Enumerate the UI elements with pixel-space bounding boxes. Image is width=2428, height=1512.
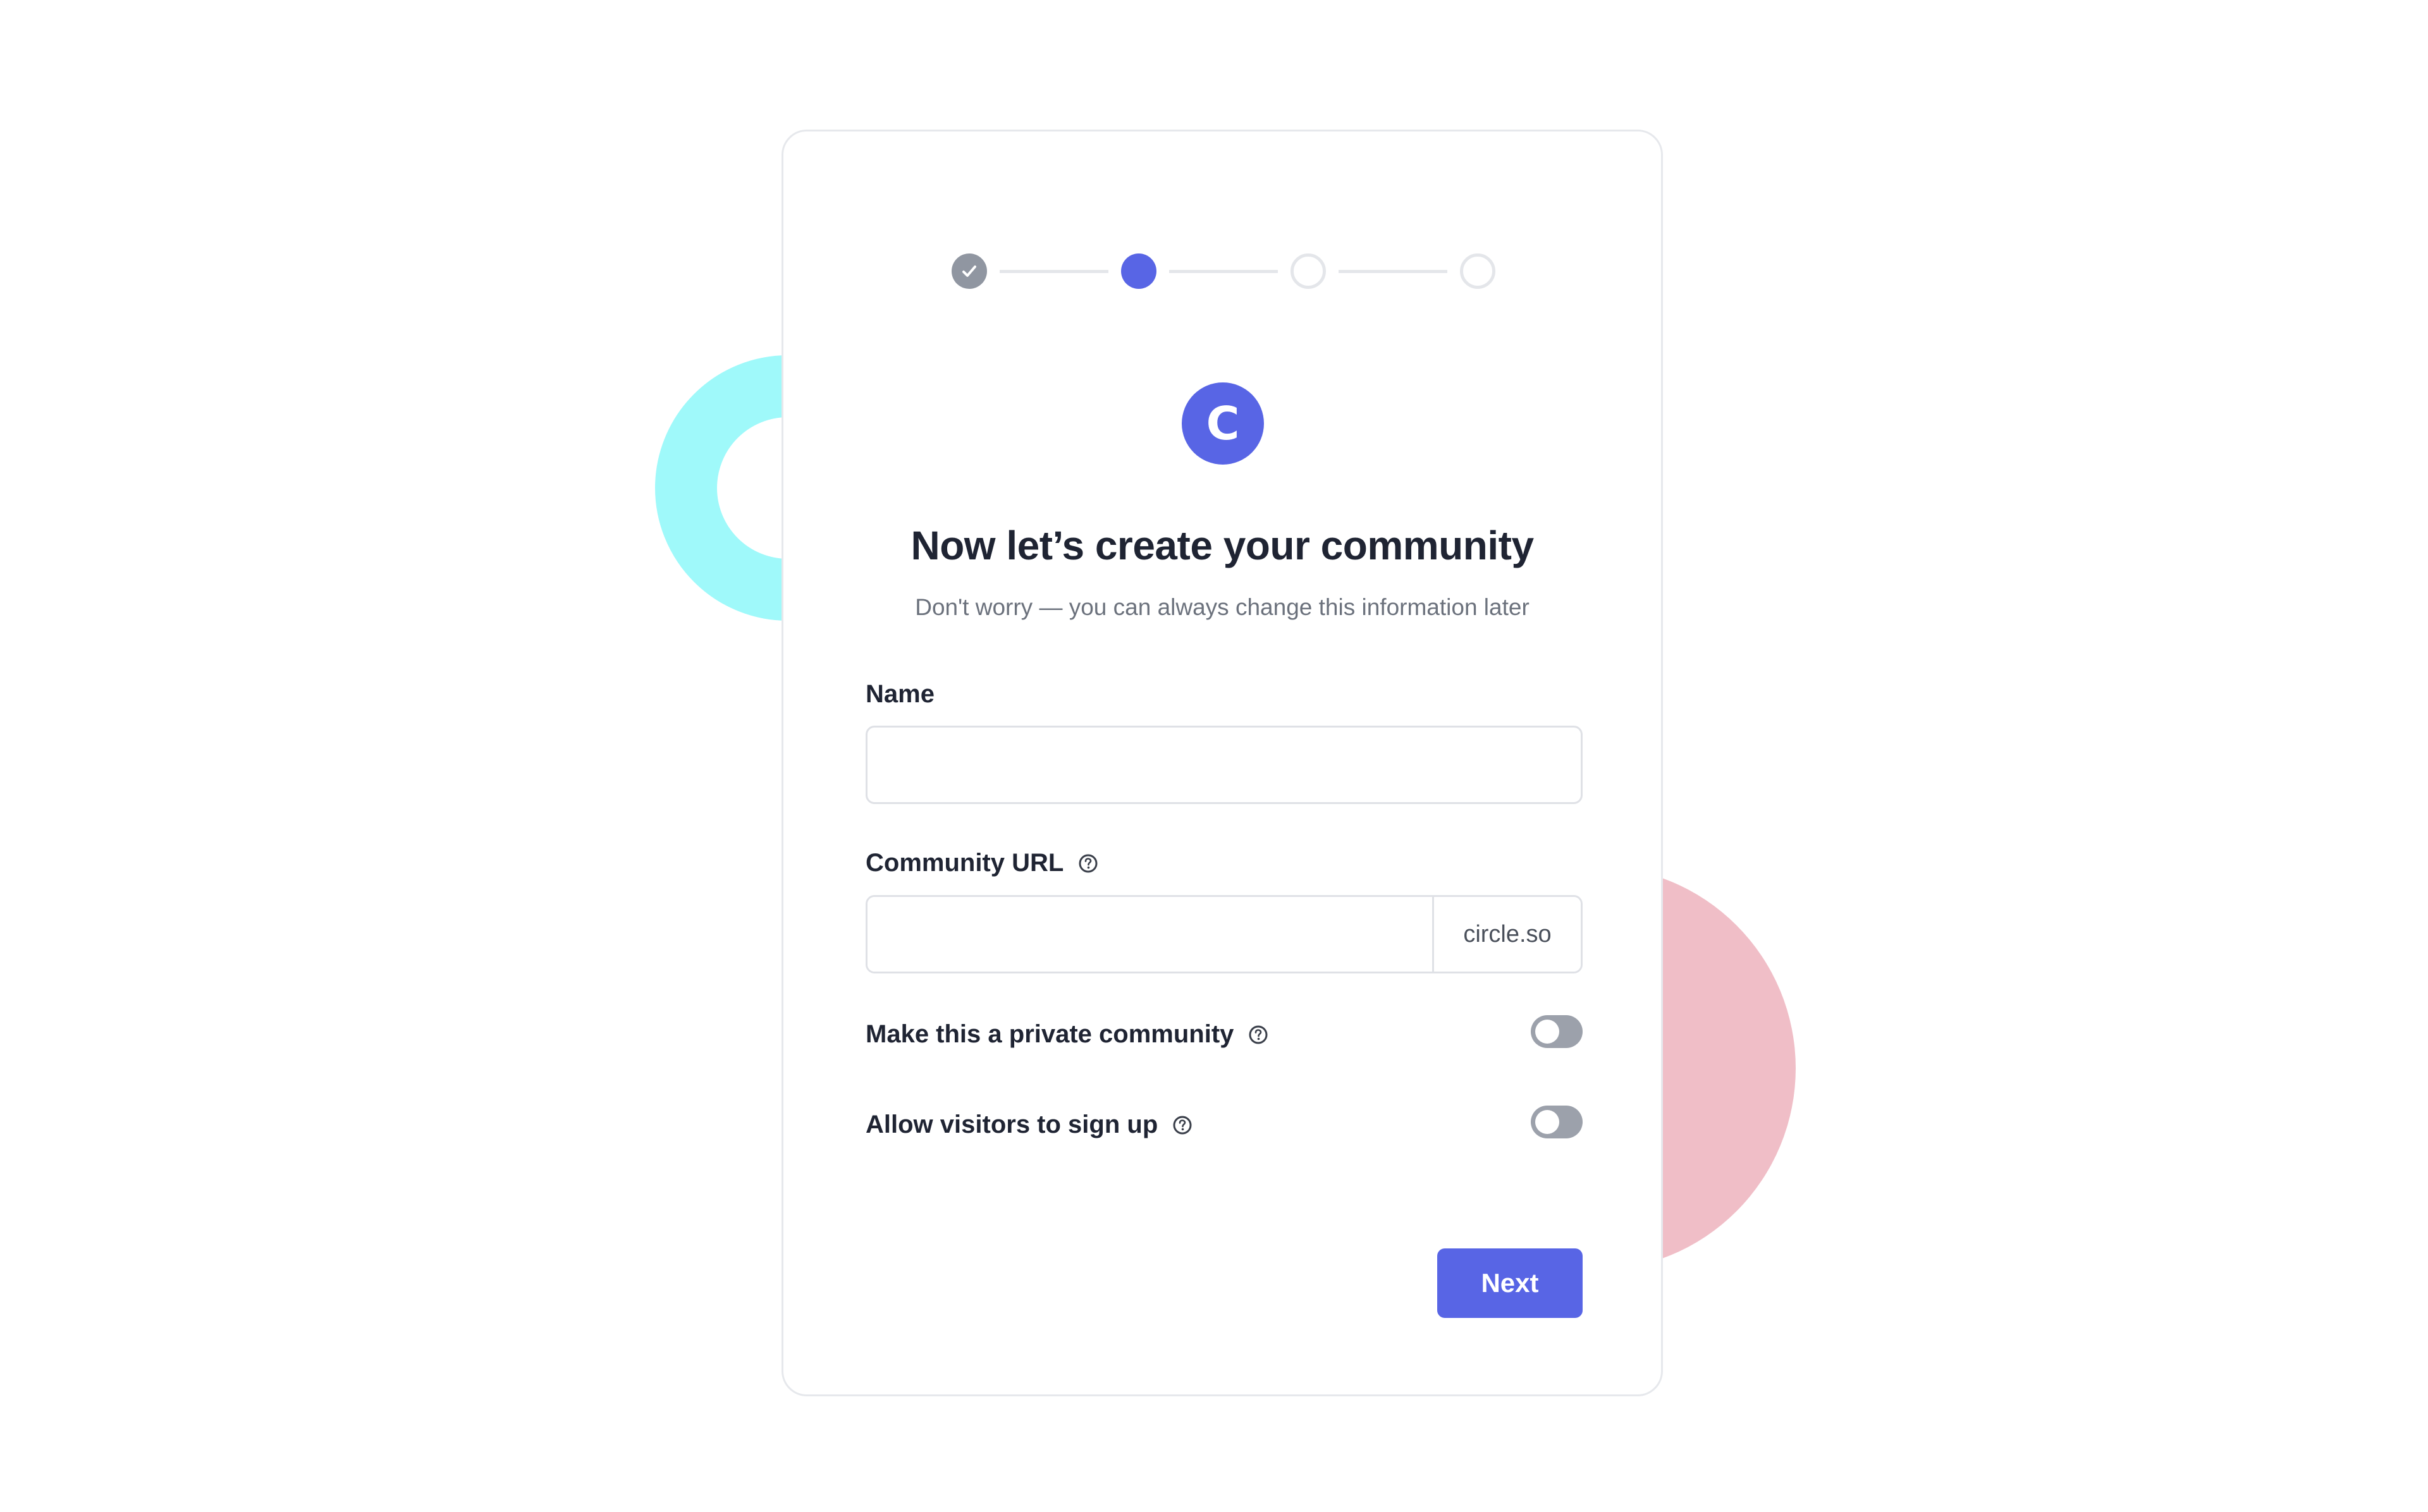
onboarding-card: C Now let’s create your community Don't … — [782, 130, 1663, 1396]
community-url-field: circle.so — [866, 895, 1583, 973]
toggle-knob — [1535, 1020, 1559, 1044]
allow-signup-row: Allow visitors to sign up — [866, 1106, 1583, 1143]
name-label-text: Name — [866, 680, 935, 708]
question-circle-icon[interactable] — [1248, 1024, 1269, 1046]
step-1-completed — [952, 253, 987, 289]
step-connector — [1339, 270, 1447, 273]
url-label-text: Community URL — [866, 849, 1064, 877]
logo-letter: C — [1206, 397, 1240, 450]
community-url-input[interactable] — [868, 897, 1432, 972]
allow-signup-toggle[interactable] — [1531, 1106, 1583, 1138]
name-input[interactable] — [866, 726, 1583, 804]
step-3-upcoming — [1291, 253, 1326, 289]
allow-signup-label-wrap: Allow visitors to sign up — [866, 1111, 1193, 1139]
page-subtitle: Don't worry — you can always change this… — [915, 594, 1530, 620]
url-domain-suffix: circle.so — [1432, 897, 1581, 972]
private-community-label-wrap: Make this a private community — [866, 1020, 1269, 1049]
page-title: Now let’s create your community — [910, 523, 1534, 568]
check-icon — [962, 265, 976, 277]
private-community-label: Make this a private community — [866, 1020, 1234, 1048]
private-community-toggle[interactable] — [1531, 1015, 1583, 1048]
private-community-row: Make this a private community — [866, 1015, 1583, 1053]
url-field-label: Community URL — [866, 849, 1099, 877]
allow-signup-label: Allow visitors to sign up — [866, 1111, 1158, 1138]
question-circle-icon[interactable] — [1172, 1114, 1193, 1136]
step-connector — [1000, 270, 1108, 273]
progress-stepper — [952, 253, 1495, 289]
step-4-upcoming — [1460, 253, 1495, 289]
step-connector — [1169, 270, 1278, 273]
step-2-current — [1121, 253, 1156, 289]
community-logo: C — [1182, 382, 1264, 465]
name-field-label: Name — [866, 680, 935, 709]
toggle-knob — [1535, 1110, 1559, 1134]
question-circle-icon[interactable] — [1077, 853, 1099, 874]
next-button[interactable]: Next — [1437, 1248, 1583, 1318]
